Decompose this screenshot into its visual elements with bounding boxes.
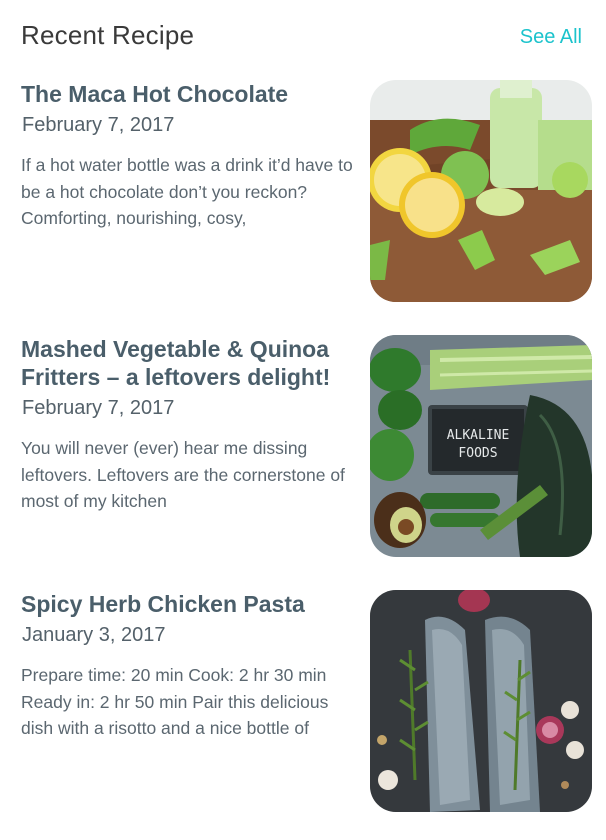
green-juice-photo: [370, 80, 592, 302]
recipe-excerpt: Prepare time: 20 min Cook: 2 hr 30 min R…: [21, 665, 329, 738]
recipe-card[interactable]: Spicy Herb Chicken Pasta January 3, 2017…: [0, 590, 606, 830]
recipe-card[interactable]: The Maca Hot Chocolate February 7, 2017 …: [0, 80, 606, 320]
recipe-image-alkaline-foods[interactable]: ALKALINE FOODS: [370, 335, 592, 557]
recipe-excerpt: If a hot water bottle was a drink it’d h…: [21, 155, 353, 228]
sign-text: ALKALINE: [447, 428, 510, 443]
recipe-image-fish-herbs[interactable]: [370, 590, 592, 812]
recipe-date: February 7, 2017: [22, 114, 175, 136]
section-title: Recent Recipe: [21, 20, 195, 50]
alkaline-foods-photo: ALKALINE FOODS: [370, 335, 592, 557]
recipe-excerpt: You will never (ever) hear me dissing le…: [21, 438, 345, 511]
see-all-link[interactable]: See All: [520, 26, 582, 49]
recipe-date: January 3, 2017: [22, 624, 166, 646]
header: Recent Recipe See All: [0, 0, 606, 74]
fish-herbs-photo: [370, 590, 592, 812]
recipe-title[interactable]: Spicy Herb Chicken Pasta: [21, 590, 351, 618]
sign-text: FOODS: [458, 446, 497, 461]
recipe-image-green-juice[interactable]: [370, 80, 592, 302]
recipe-title[interactable]: The Maca Hot Chocolate: [21, 80, 351, 108]
recipe-title[interactable]: Mashed Vegetable & Quinoa Fritters – a l…: [21, 335, 351, 391]
recipe-card[interactable]: Mashed Vegetable & Quinoa Fritters – a l…: [0, 335, 606, 575]
recipe-date: February 7, 2017: [22, 397, 175, 419]
